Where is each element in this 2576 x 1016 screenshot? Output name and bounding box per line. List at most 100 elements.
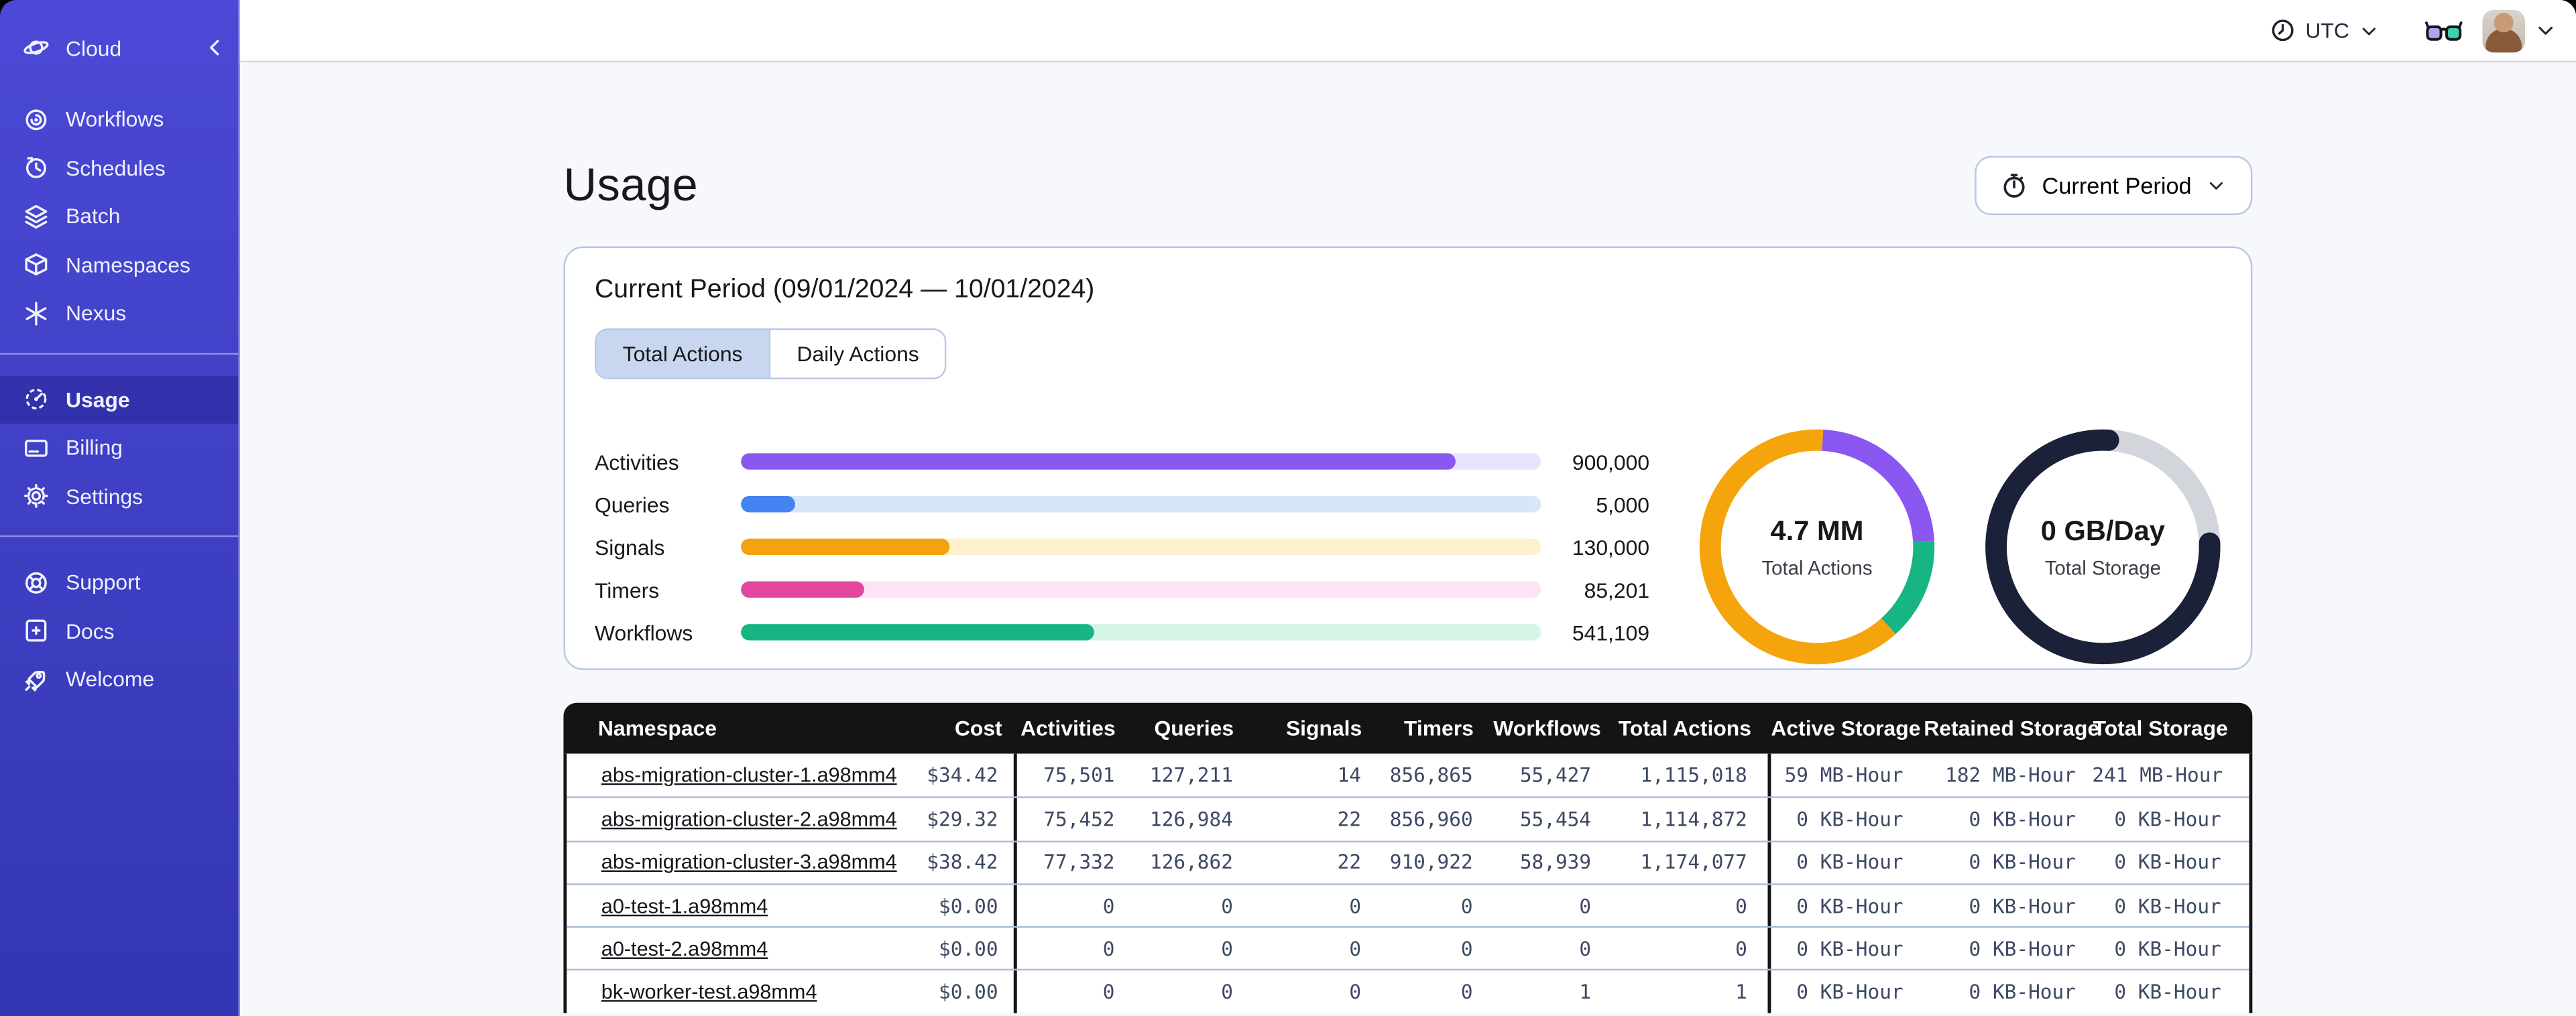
table-row: a0-test-2.a98mm4 $0.00 0 0 0 0 0 0 0 KB-… — [567, 926, 2249, 970]
period-selector-button[interactable]: Current Period — [1975, 155, 2253, 215]
clock-icon — [2272, 19, 2294, 42]
active-storage-cell: 0 KB-Hour — [1796, 894, 1904, 917]
bar-fill — [741, 538, 950, 556]
activities-cell: 75,452 — [1043, 808, 1115, 831]
active-storage-cell: 0 KB-Hour — [1796, 937, 1904, 960]
main-area: UTC Usage Current Period Current Period … — [239, 0, 2576, 1016]
activities-cell: 0 — [1102, 894, 1115, 917]
credit-card-icon — [24, 439, 48, 457]
column-header-workflows: Workflows — [1493, 716, 1601, 741]
chevron-down-icon — [2209, 182, 2223, 190]
queries-cell: 126,862 — [1149, 850, 1233, 875]
page-scroll-area[interactable]: Usage Current Period Current Period (09/… — [240, 62, 2576, 1016]
tab-daily-actions[interactable]: Daily Actions — [770, 330, 945, 378]
sidebar-item-docs[interactable]: Docs — [0, 607, 238, 655]
bar-row-timers: Timers 85,201 — [595, 568, 1649, 611]
bar-fill — [741, 495, 795, 513]
layers-icon — [25, 204, 48, 229]
total-actions-cell: 0 — [1611, 885, 1771, 927]
chevron-left-icon — [210, 40, 219, 56]
chevron-down-icon — [2538, 26, 2553, 35]
sidebar-item-support[interactable]: Support — [0, 558, 238, 607]
bar-track — [741, 538, 1541, 556]
sidebar-divider — [0, 535, 239, 537]
sidebar-item-workflows[interactable]: Workflows — [0, 95, 238, 143]
total-storage-cell: 0 KB-Hour — [2114, 937, 2221, 960]
life-buoy-icon — [25, 572, 47, 594]
account-menu-button[interactable] — [2535, 19, 2557, 41]
bar-fill — [741, 453, 1456, 470]
active-storage-cell: 0 KB-Hour — [1796, 980, 1904, 1004]
table-header-row: Namespace Cost Activities Queries Signal… — [563, 702, 2253, 754]
sidebar-item-label: Support — [66, 570, 141, 595]
namespace-cell: abs-migration-cluster-3.a98mm4 — [567, 851, 914, 874]
namespace-link[interactable]: abs-migration-cluster-2.a98mm4 — [601, 808, 897, 830]
sidebar-item-label: Billing — [66, 435, 123, 460]
stopwatch-icon — [2003, 174, 2025, 198]
sidebar-divider — [0, 352, 239, 355]
glasses-icon — [2425, 20, 2463, 40]
bar-value: 130,000 — [1572, 534, 1650, 560]
bar-value: 541,109 — [1572, 619, 1650, 645]
total-storage-cell: 0 KB-Hour — [2114, 980, 2221, 1004]
sidebar-nav: Workflows Schedules Batch Namespaces Nex… — [0, 95, 239, 704]
activities-cell: 75,501 — [1043, 763, 1115, 787]
cloud-planet-icon — [23, 40, 49, 55]
total-actions-cell: 1,115,018 — [1611, 753, 1771, 798]
signals-cell: 0 — [1349, 980, 1362, 1004]
timers-cell: 0 — [1460, 894, 1473, 917]
screen: Cloud Workflows Schedules Batch Namespac… — [0, 0, 2576, 1016]
tab-total-actions[interactable]: Total Actions — [596, 330, 771, 378]
actions-view-toggle: Total Actions Daily Actions — [594, 328, 947, 380]
total-actions-label: Total Actions — [1761, 556, 1873, 579]
timers-cell: 0 — [1460, 937, 1473, 960]
queries-cell: 0 — [1221, 937, 1233, 960]
sidebar-item-billing[interactable]: Billing — [0, 424, 238, 472]
total-storage-value: 0 GB/Day — [2040, 515, 2165, 546]
cost-cell: $34.42 — [915, 753, 1016, 798]
bar-label: Signals — [594, 534, 665, 560]
retained-storage-cell: 0 KB-Hour — [1969, 937, 2076, 960]
workflows-cell: 55,454 — [1519, 808, 1592, 831]
namespace-link[interactable]: a0-test-2.a98mm4 — [601, 938, 768, 960]
sidebar-item-schedules[interactable]: Schedules — [0, 143, 238, 192]
table-row: abs-migration-cluster-3.a98mm4 $38.42 77… — [567, 840, 2249, 883]
timezone-selector[interactable]: UTC — [2261, 11, 2388, 49]
sidebar-item-welcome[interactable]: Welcome — [0, 655, 238, 704]
sidebar-item-nexus[interactable]: Nexus — [0, 289, 238, 337]
sidebar-item-settings[interactable]: Settings — [0, 472, 238, 520]
sidebar-item-label: Welcome — [66, 667, 155, 692]
activities-cell: 77,332 — [1043, 850, 1115, 875]
timers-cell: 856,865 — [1389, 763, 1473, 787]
bar-row-queries: Queries 5,000 — [595, 483, 1649, 525]
queries-cell: 0 — [1221, 980, 1233, 1004]
bar-track — [741, 495, 1541, 513]
signals-cell: 22 — [1337, 808, 1362, 831]
cost-cell: $0.00 — [915, 928, 1016, 970]
namespace-link[interactable]: abs-migration-cluster-1.a98mm4 — [601, 764, 897, 787]
column-header-active-storage: Active Storage — [1771, 716, 1921, 741]
table-row: abs-migration-cluster-1.a98mm4 $34.42 75… — [567, 753, 2249, 798]
sidebar-header: Cloud — [23, 23, 228, 72]
namespace-link[interactable]: bk-worker-test.a98mm4 — [601, 980, 817, 1003]
retained-storage-cell: 182 MB-Hour — [1945, 763, 2076, 787]
user-avatar[interactable] — [2482, 9, 2526, 52]
namespace-usage-table: Namespace Cost Activities Queries Signal… — [563, 702, 2253, 1013]
total-actions-cell: 1,114,872 — [1611, 798, 1771, 840]
sidebar-item-namespaces[interactable]: Namespaces — [0, 241, 238, 289]
retained-storage-cell: 0 KB-Hour — [1969, 894, 2076, 917]
workflows-cell: 0 — [1579, 894, 1592, 917]
namespace-link[interactable]: a0-test-1.a98mm4 — [601, 894, 768, 917]
feedback-glasses-button[interactable] — [2425, 19, 2463, 42]
queries-cell: 127,211 — [1149, 763, 1233, 787]
sidebar-collapse-button[interactable] — [202, 34, 228, 60]
sidebar-item-usage[interactable]: Usage — [0, 375, 239, 424]
namespace-link[interactable]: abs-migration-cluster-3.a98mm4 — [601, 851, 897, 874]
bar-track — [741, 453, 1541, 470]
workflows-icon — [25, 109, 47, 130]
bar-row-signals: Signals 130,000 — [595, 525, 1649, 568]
sidebar-item-batch[interactable]: Batch — [0, 192, 238, 241]
total-storage-cell: 0 KB-Hour — [2114, 894, 2221, 917]
bar-track — [741, 624, 1541, 641]
total-actions-cell: 1 — [1611, 971, 1771, 1013]
